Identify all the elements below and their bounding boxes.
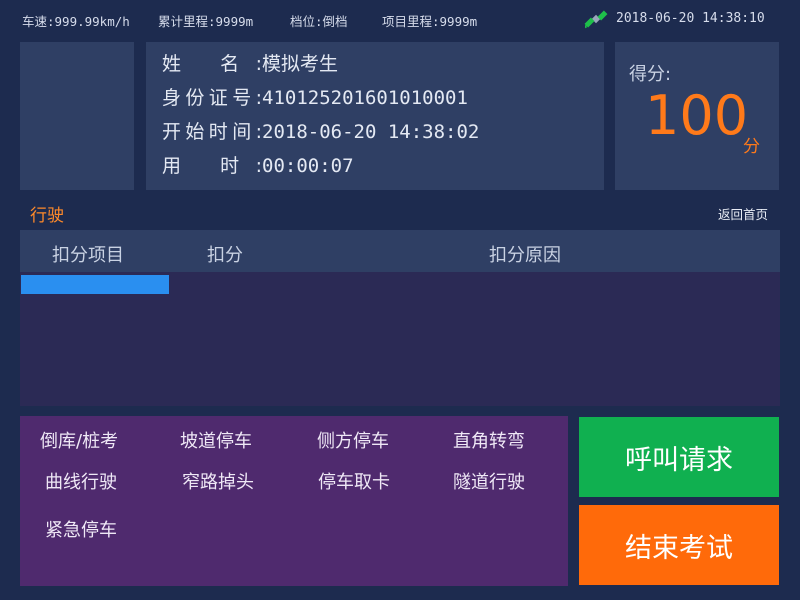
satellite-icon: [584, 10, 608, 29]
exam-items-panel: 倒库/桩考 坡道停车 侧方停车 直角转弯 曲线行驶 窄路掉头 停车取卡 隧道行驶…: [20, 416, 568, 586]
column-header-points[interactable]: 扣分: [207, 241, 243, 267]
column-header-reason[interactable]: 扣分原因: [489, 241, 561, 267]
id-label: 身份证号:: [162, 87, 262, 109]
project-mileage-readout: 项目里程:9999m: [382, 14, 478, 29]
column-header-item[interactable]: 扣分项目: [52, 241, 124, 267]
score-unit: 分: [743, 137, 760, 157]
exam-item-narrow-uturn[interactable]: 窄路掉头: [182, 468, 254, 494]
exam-item-curve-driving[interactable]: 曲线行驶: [45, 468, 117, 494]
score-panel: 得分: 100 分: [615, 42, 779, 190]
section-title: 行驶: [30, 206, 64, 226]
examinee-photo: [20, 42, 134, 190]
name-label: 姓 名:: [162, 53, 262, 75]
start-time-label: 开始时间:: [162, 121, 262, 143]
gear-readout: 档位:倒档: [290, 14, 348, 29]
exam-item-hill-start[interactable]: 坡道停车: [180, 427, 252, 453]
start-time: 2018-06-20 14:38:02: [262, 121, 480, 143]
exam-item-right-angle-turn[interactable]: 直角转弯: [453, 427, 525, 453]
exam-item-emergency-stop[interactable]: 紧急停车: [45, 516, 117, 542]
selected-row-highlight[interactable]: [21, 275, 169, 294]
name-row: 姓 名:模拟考生: [162, 49, 338, 76]
speed-readout: 车速:999.99km/h: [22, 14, 130, 29]
deduction-table: 扣分项目 扣分 扣分原因: [20, 230, 780, 406]
id-row: 身份证号:410125201601010001: [162, 83, 468, 110]
end-exam-button[interactable]: 结束考试: [579, 505, 779, 585]
elapsed-row: 用 时:00:00:07: [162, 151, 354, 178]
exam-item-reverse-parking[interactable]: 倒库/桩考: [40, 427, 118, 453]
clock: 2018-06-20 14:38:10: [616, 11, 765, 26]
id-number: 410125201601010001: [262, 87, 468, 109]
exam-item-tunnel-driving[interactable]: 隧道行驶: [453, 468, 525, 494]
examinee-info-panel: 姓 名:模拟考生 身份证号:410125201601010001 开始时间:20…: [146, 42, 604, 190]
score-value: 100: [645, 84, 749, 147]
total-mileage-readout: 累计里程:9999m: [158, 14, 254, 29]
start-time-row: 开始时间:2018-06-20 14:38:02: [162, 117, 479, 144]
exam-item-stop-take-card[interactable]: 停车取卡: [318, 468, 390, 494]
score-label: 得分:: [629, 64, 672, 85]
elapsed-label: 用 时:: [162, 155, 262, 177]
examinee-name: 模拟考生: [262, 53, 339, 75]
return-home-link[interactable]: 返回首页: [718, 204, 768, 223]
table-header: 扣分项目 扣分 扣分原因: [20, 230, 780, 272]
exam-item-side-parking[interactable]: 侧方停车: [317, 427, 389, 453]
elapsed-time: 00:00:07: [262, 155, 354, 177]
call-request-button[interactable]: 呼叫请求: [579, 417, 779, 497]
